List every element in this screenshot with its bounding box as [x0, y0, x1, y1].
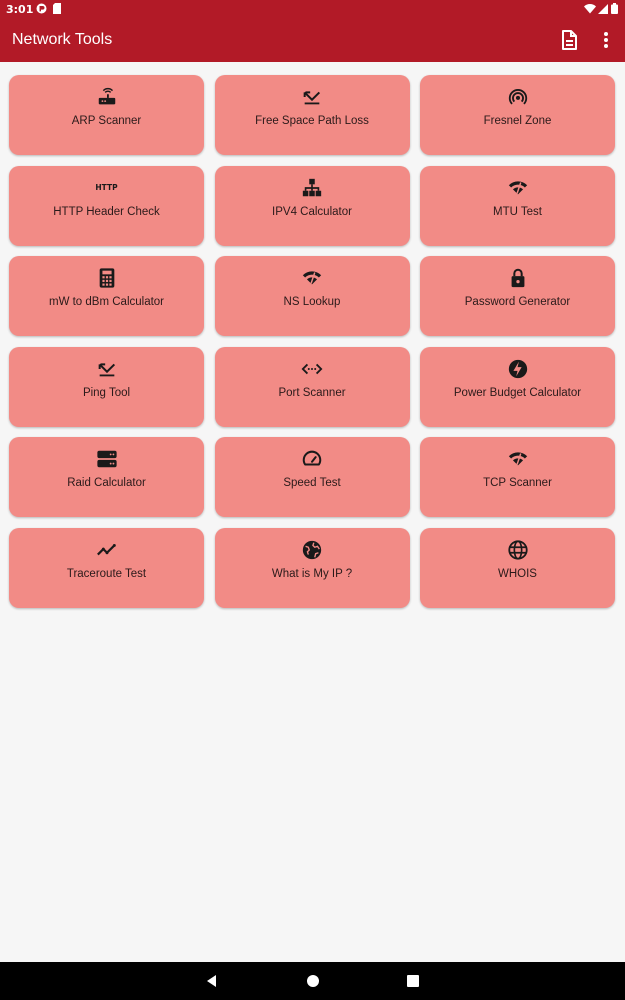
- tool-card-ping-tool[interactable]: Ping Tool: [9, 346, 204, 427]
- tool-card-password-generator[interactable]: Password Generator: [420, 256, 615, 336]
- tool-card-mtu-test[interactable]: MTU Test: [420, 165, 615, 246]
- tool-card-arp-scanner[interactable]: ARP Scanner: [9, 75, 204, 155]
- tool-card-traceroute-test[interactable]: Traceroute Test: [9, 527, 204, 608]
- sd-card-icon: [52, 3, 62, 14]
- tool-label: TCP Scanner: [483, 477, 552, 489]
- tool-card-mw-to-dbm-calculator[interactable]: mW to dBm Calculator: [9, 256, 204, 336]
- tool-card-port-scanner[interactable]: Port Scanner: [214, 346, 410, 427]
- language-globe-icon: [507, 539, 529, 561]
- bolt-icon: [507, 358, 529, 380]
- storage-icon: [96, 448, 118, 470]
- home-icon[interactable]: [305, 973, 321, 989]
- tool-card-raid-calculator[interactable]: Raid Calculator: [9, 437, 204, 517]
- tool-label: WHOIS: [498, 567, 537, 580]
- tool-label: mW to dBm Calculator: [48, 296, 165, 308]
- trending-up-icon: [96, 539, 118, 561]
- tool-card-ns-lookup[interactable]: NS Lookup: [214, 256, 410, 336]
- wifi-icon: [584, 3, 596, 14]
- notification-app-icon: [36, 3, 47, 14]
- call-missed-icon: [301, 86, 323, 108]
- tool-card-free-space-path-loss[interactable]: Free Space Path Loss: [214, 75, 410, 155]
- tool-label: ARP Scanner: [71, 115, 142, 127]
- tool-card-tcp-scanner[interactable]: TCP Scanner: [420, 437, 615, 517]
- tool-card-fresnel-zone[interactable]: Fresnel Zone: [420, 75, 615, 155]
- battery-icon: [611, 3, 618, 14]
- tool-label: What is My IP ?: [271, 567, 353, 580]
- tool-card-speed-test[interactable]: Speed Test: [214, 437, 410, 517]
- app-bar: Network Tools: [0, 18, 625, 62]
- tool-label: Port Scanner: [278, 386, 346, 399]
- settings-ethernet-icon: [301, 358, 323, 380]
- tool-label: Fresnel Zone: [483, 115, 552, 127]
- tool-label: Password Generator: [464, 296, 571, 308]
- cell-signal-icon: [598, 3, 608, 14]
- tool-card-ipv4-calculator[interactable]: IPV4 Calculator: [214, 165, 410, 246]
- speed-icon: [301, 448, 323, 470]
- call-missed-icon: [96, 358, 118, 380]
- tool-label: Free Space Path Loss: [255, 115, 369, 127]
- http-icon: HTTP: [95, 182, 118, 192]
- system-nav-bar: [0, 962, 625, 1000]
- calculator-icon: [96, 267, 118, 289]
- tool-label: Raid Calculator: [67, 477, 146, 489]
- app-title: Network Tools: [12, 31, 113, 48]
- tool-label: Traceroute Test: [66, 567, 147, 580]
- network-check-icon: [507, 448, 529, 470]
- network-check-icon: [507, 177, 529, 199]
- tool-label: NS Lookup: [283, 296, 341, 308]
- tool-card-whois[interactable]: WHOIS: [420, 527, 615, 608]
- recents-icon[interactable]: [405, 973, 421, 989]
- tool-label: MTU Test: [493, 205, 542, 218]
- tool-label: Ping Tool: [82, 386, 131, 399]
- router-icon: [96, 86, 118, 108]
- back-icon[interactable]: [204, 973, 220, 989]
- tool-card-what-is-my-ip[interactable]: What is My IP ?: [214, 527, 410, 608]
- document-icon[interactable]: [557, 28, 581, 52]
- tool-label: HTTP Header Check: [53, 205, 160, 218]
- tools-grid: ARP Scanner Free Space Path Loss Fresnel…: [9, 75, 615, 608]
- tool-card-http-header-check[interactable]: HTTP HTTP Header Check: [9, 165, 204, 246]
- tool-label: IPV4 Calculator: [272, 205, 352, 218]
- network-tree-icon: [301, 177, 323, 199]
- tool-label: Power Budget Calculator: [453, 386, 582, 399]
- lock-icon: [507, 267, 529, 289]
- network-check-icon: [301, 267, 323, 289]
- wifi-tethering-icon: [507, 86, 529, 108]
- status-bar: 3:01: [0, 0, 625, 18]
- status-time: 3:01: [6, 3, 34, 16]
- public-globe-icon: [301, 539, 323, 561]
- tool-card-power-budget-calculator[interactable]: Power Budget Calculator: [420, 346, 615, 427]
- tool-label: Speed Test: [283, 477, 341, 489]
- more-vert-icon[interactable]: [594, 28, 618, 52]
